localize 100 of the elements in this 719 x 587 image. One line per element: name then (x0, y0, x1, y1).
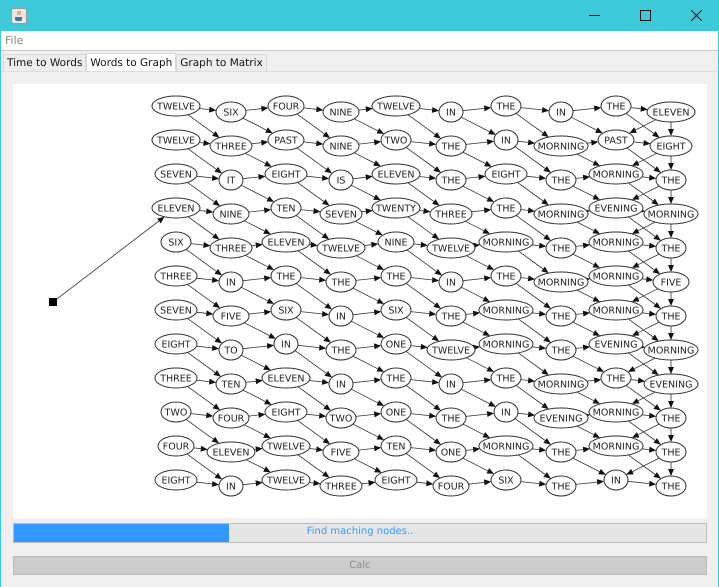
edge-arrow (354, 118, 384, 134)
graph-node: EVENING (588, 198, 644, 218)
graph-node: MORNING (644, 204, 698, 224)
edge-arrow (572, 458, 606, 475)
edge-arrow (355, 343, 382, 350)
edge-arrow (464, 220, 490, 234)
edge-arrow (254, 446, 263, 452)
graph-node: SIX (490, 470, 522, 490)
graph-node: IT (218, 170, 244, 190)
graph-node: MORNING (534, 136, 588, 156)
square-node (49, 298, 57, 306)
graph-node: IN (328, 374, 354, 394)
graph-node: THE (436, 408, 466, 428)
graph-node: EVENING (534, 408, 588, 428)
edge-arrow (668, 190, 674, 204)
edge-arrow (520, 480, 546, 487)
edge-arrow (361, 480, 376, 486)
edge-arrow (462, 458, 494, 474)
edge-arrow (244, 254, 274, 270)
edge-arrow (466, 357, 494, 372)
edge-arrow (352, 356, 384, 372)
edge-arrow (248, 412, 266, 418)
graph-node: IN (604, 470, 628, 490)
graph-node: THE (436, 306, 466, 326)
graph-node: EVENING (588, 334, 644, 354)
graph-node: THREE (210, 238, 252, 258)
edge-arrow (462, 322, 490, 336)
tab[interactable]: Words to Graph (86, 53, 176, 71)
edge-arrow (248, 207, 272, 214)
graph-node: MORNING (588, 164, 644, 184)
edge-arrow (245, 378, 263, 384)
edge-arrow (350, 388, 384, 406)
edge-arrow (356, 255, 384, 270)
edge-arrow (576, 426, 600, 438)
graph-node: SEVEN (154, 164, 198, 184)
edge-arrow (462, 152, 492, 167)
edge-arrow (668, 360, 674, 374)
edge-arrow (575, 174, 590, 181)
edge-arrow (575, 344, 590, 351)
graph-node: TWELVE (152, 96, 200, 116)
graph-node: MORNING (478, 436, 534, 456)
graph-node: MORNING (534, 272, 588, 292)
edge-arrow (308, 480, 320, 486)
edge-arrow (642, 174, 656, 181)
graph-node: FOUR (268, 96, 304, 116)
tab[interactable]: Time to Words (3, 54, 86, 71)
edge-arrow (465, 446, 480, 453)
coffee-cup-icon (11, 8, 27, 24)
edge-arrow (240, 184, 274, 202)
edge-arrow (242, 118, 273, 134)
graph-node: THE (436, 170, 466, 190)
edge-arrow (354, 152, 381, 166)
graph-node: TWO (326, 408, 356, 428)
edge-arrow (460, 286, 490, 302)
graph-node: SEVEN (320, 204, 362, 224)
graph-node: THREE (154, 368, 198, 388)
edge-arrow (251, 242, 263, 248)
graph-node: THE (546, 170, 576, 190)
edge-arrow (642, 242, 656, 249)
edge-arrow (350, 320, 384, 338)
graph-node: NINE (322, 102, 360, 122)
menu-item[interactable]: File (5, 34, 24, 47)
close-icon[interactable] (691, 10, 702, 21)
edge-arrow (352, 377, 382, 384)
minimize-icon[interactable] (589, 14, 600, 16)
edge-arrow (468, 479, 492, 486)
graph-node: IN (438, 374, 464, 394)
graph-node: THE (490, 198, 522, 218)
graph-node: IN (218, 272, 244, 292)
edge-arrow (576, 222, 600, 234)
graph-node: FOUR (212, 408, 250, 428)
edge-arrow (630, 377, 646, 384)
edge-arrow (572, 186, 600, 200)
edge-arrow (628, 454, 661, 479)
edge-arrow (586, 377, 602, 384)
edge-arrow (352, 288, 384, 304)
edge-arrow (465, 411, 494, 417)
graph-node: NINE (322, 136, 360, 156)
edge-arrow (193, 446, 208, 452)
edge-arrow (460, 388, 496, 407)
tab[interactable]: Graph to Matrix (176, 54, 267, 71)
graph-node: THE (270, 266, 302, 286)
graph-node: MORNING (588, 266, 644, 286)
graph-node: TWO (380, 130, 412, 150)
edge-arrow (251, 140, 268, 146)
graph-node: TWELVE (372, 96, 420, 116)
graph-node: TEN (216, 374, 246, 394)
edge-arrow (642, 310, 656, 317)
edge-arrow (358, 139, 382, 146)
edge-arrow (242, 174, 266, 180)
edge-arrow (642, 446, 656, 453)
graph-node: MORNING (534, 374, 588, 394)
graph-node: THE (546, 442, 576, 462)
graph-node: THE (656, 408, 686, 428)
graph-node: IN (548, 102, 574, 122)
graph-node: IN (438, 272, 464, 292)
maximize-icon[interactable] (640, 10, 651, 21)
edge-arrow (462, 186, 494, 202)
graph-node: THE (656, 238, 686, 258)
graph-node: IN (494, 402, 518, 422)
